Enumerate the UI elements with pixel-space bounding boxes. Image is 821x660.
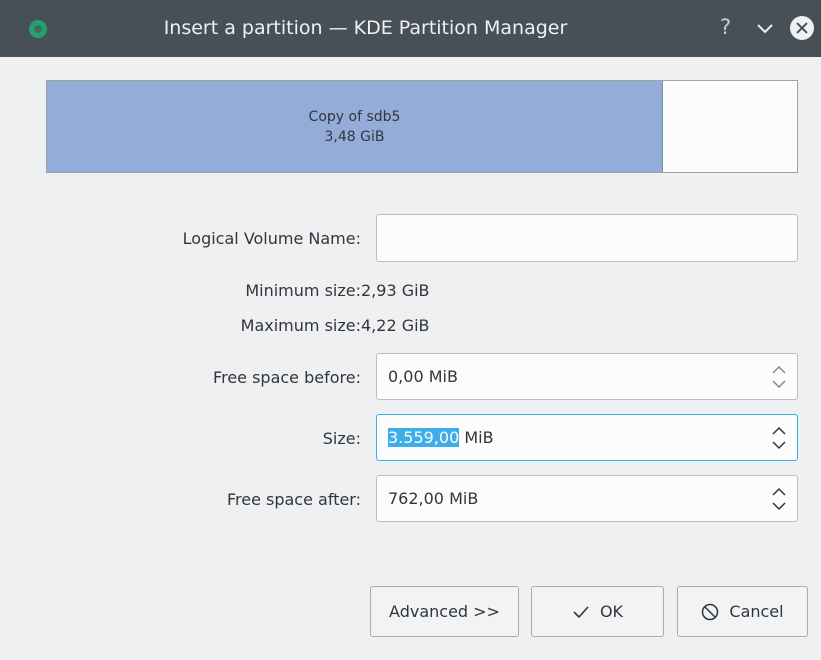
- min-size-label: Minimum size:: [245, 281, 361, 300]
- lv-name-label: Logical Volume Name:: [182, 229, 361, 248]
- min-size-value: 2,93 GiB: [361, 281, 430, 300]
- size-value: 3.559,00 MiB: [388, 428, 494, 447]
- free-before-value: 0,00 MiB: [388, 367, 458, 386]
- spin-arrows-icon[interactable]: [771, 425, 787, 451]
- app-icon[interactable]: [29, 20, 47, 38]
- free-before-label: Free space before:: [213, 368, 361, 387]
- free-before-spinbox[interactable]: 0,00 MiB: [376, 353, 798, 400]
- partition-size: 3,48 GiB: [324, 128, 385, 145]
- free-after-value: 762,00 MiB: [388, 489, 479, 508]
- cancel-button-label: Cancel: [729, 602, 784, 621]
- window-title: Insert a partition — KDE Partition Manag…: [163, 17, 568, 39]
- free-after-label: Free space after:: [226, 490, 361, 509]
- ok-button-label: OK: [599, 602, 624, 621]
- partition-name: Copy of sdb5: [308, 108, 401, 125]
- minimize-icon[interactable]: [755, 19, 775, 37]
- size-label: Size:: [322, 429, 361, 448]
- max-size-label: Maximum size:: [240, 316, 361, 335]
- cancel-button[interactable]: Cancel: [677, 586, 808, 637]
- cancel-icon: [702, 603, 719, 620]
- partition-block[interactable]: Copy of sdb5 3,48 GiB: [47, 81, 663, 172]
- max-size-value: 4,22 GiB: [361, 316, 430, 335]
- spin-arrows-icon[interactable]: [771, 486, 787, 512]
- size-selected-text: 3.559,00: [388, 428, 460, 447]
- spin-arrows-icon[interactable]: [771, 364, 787, 390]
- lv-name-input[interactable]: [376, 214, 798, 262]
- free-after-spinbox[interactable]: 762,00 MiB: [376, 475, 798, 522]
- size-unit: MiB: [459, 428, 494, 447]
- ok-button[interactable]: OK: [531, 586, 664, 637]
- advanced-button-label: Advanced >>: [389, 602, 500, 621]
- help-icon[interactable]: ?: [720, 15, 731, 39]
- checkmark-icon: [573, 605, 589, 618]
- advanced-button[interactable]: Advanced >>: [370, 586, 519, 637]
- title-bar[interactable]: Insert a partition — KDE Partition Manag…: [0, 0, 821, 57]
- partition-graph[interactable]: Copy of sdb5 3,48 GiB: [46, 80, 798, 173]
- size-spinbox[interactable]: 3.559,00 MiB: [376, 414, 798, 461]
- close-icon[interactable]: [790, 16, 814, 40]
